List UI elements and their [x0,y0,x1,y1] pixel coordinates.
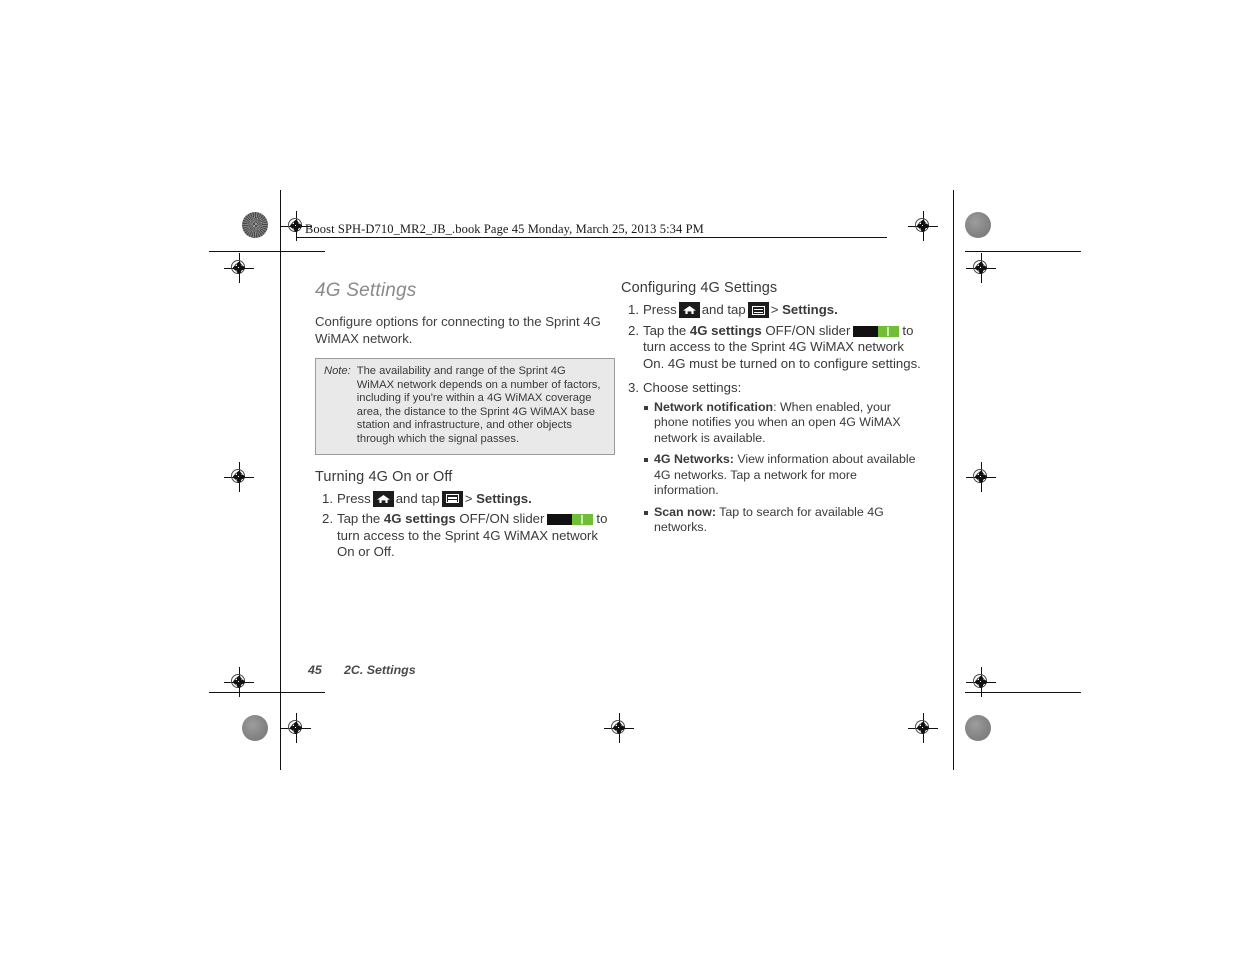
halftone-registration-dot-top-right [965,212,991,238]
registration-mark-left-upper [224,253,254,283]
right-column: Configuring 4G Settings 1. Press and tap > … [621,280,921,542]
book-header-text: Boost SPH-D710_MR2_JB_.book Page 45 Mond… [305,222,704,236]
step-number: 3. [628,380,639,395]
step-text-bold: 4G settings [383,511,456,527]
list-item: 4G Networks: View information about avai… [643,452,921,499]
registration-mark-top-right-inner [908,211,938,241]
crop-rule-bottom-right [965,692,1081,693]
step-text-mid: OFF/ON slider [761,322,851,338]
crop-rule-top-left [209,251,325,252]
crop-rule-vertical-right [953,190,954,770]
step-text-bold: 4G settings [689,322,762,338]
steps-list-configuring-4g: 1. Press and tap > Settings. 2. Tap the 4G s… [621,302,921,536]
crop-rule-vertical-left [280,190,281,770]
step-number: 2. [628,322,639,338]
book-header-rule [297,237,887,238]
list-item: Network notification: When enabled, your… [643,400,921,447]
bullet-term: 4G Networks: [654,452,734,466]
footer-section: 2C. Settings [344,663,416,677]
section-heading-configuring-4g: Configuring 4G Settings [621,280,778,296]
step-item: 2. Tap the 4G settings OFF/ON slider to tu… [621,323,921,373]
step-text-mid: and tap [395,490,440,506]
note-box: Note: The availability and range of the … [315,358,615,455]
registration-mark-right-upper [966,253,996,283]
step-text-post: > [464,490,477,506]
halftone-registration-dot-bottom-left [242,715,268,741]
intro-paragraph: Configure options for connecting to the … [315,314,601,346]
step-item: 2. Tap the 4G settings OFF/ON slider to tu… [315,511,615,561]
registration-mark-bottom-left-inner [281,713,311,743]
step-text: Tap the [337,511,384,527]
toggle-slider-4g-settings[interactable] [853,325,900,337]
bullet-term: Scan now: [654,504,716,519]
step-number: 1. [628,302,639,317]
crop-rule-top-right [965,251,1081,252]
toggle-slider-4g-settings[interactable] [547,514,594,526]
halftone-registration-dot-bottom-right [965,715,991,741]
step-item: 3. Choose settings: Network notification:… [621,380,921,536]
step-text-bold-end: Settings. [782,302,838,317]
step-text-mid: OFF/ON slider [455,511,545,527]
step-number: 1. [322,490,333,506]
crop-rule-bottom-left [209,692,325,693]
settings-bullet-list: Network notification: When enabled, your… [643,400,921,536]
step-item: 1. Press and tap > Settings. [621,302,921,319]
menu-icon[interactable] [441,490,463,507]
step-item: 1. Press and tap > Settings. [315,490,615,508]
section-heading-turning-4g: Turning 4G On or Off [315,468,453,485]
step-text: Choose settings: [643,380,742,395]
page-footer: 45 2C. Settings [308,663,416,677]
step-text: Tap the [643,322,690,338]
step-text-mid: and tap [701,302,746,317]
home-icon[interactable] [372,490,394,507]
list-item: Scan now: Tap to search for available 4G… [643,505,921,536]
note-label: Note: [324,365,351,377]
note-text: The availability and range of the Sprint… [356,365,601,445]
step-text: Press [337,490,371,506]
registration-mark-bottom-right-inner [908,713,938,743]
step-text: Press [643,302,677,317]
step-text-bold-end: Settings. [476,490,532,506]
bullet-term: Network notification [654,399,774,414]
steps-list-turning-4g: 1. Press and tap > Settings. 2. Tap the 4G s… [315,490,615,561]
step-text-post: > [770,302,783,317]
registration-mark-bottom-center [604,713,634,743]
registration-mark-left-middle [224,462,254,492]
page-title: 4G Settings [315,280,417,301]
left-column: 4G Settings Configure options for connec… [315,280,615,565]
registration-mark-right-middle [966,462,996,492]
halftone-registration-dot-top-left [242,212,268,238]
step-number: 2. [322,511,333,527]
footer-page-number: 45 [308,663,322,677]
menu-icon[interactable] [747,302,769,318]
home-icon[interactable] [678,302,700,318]
